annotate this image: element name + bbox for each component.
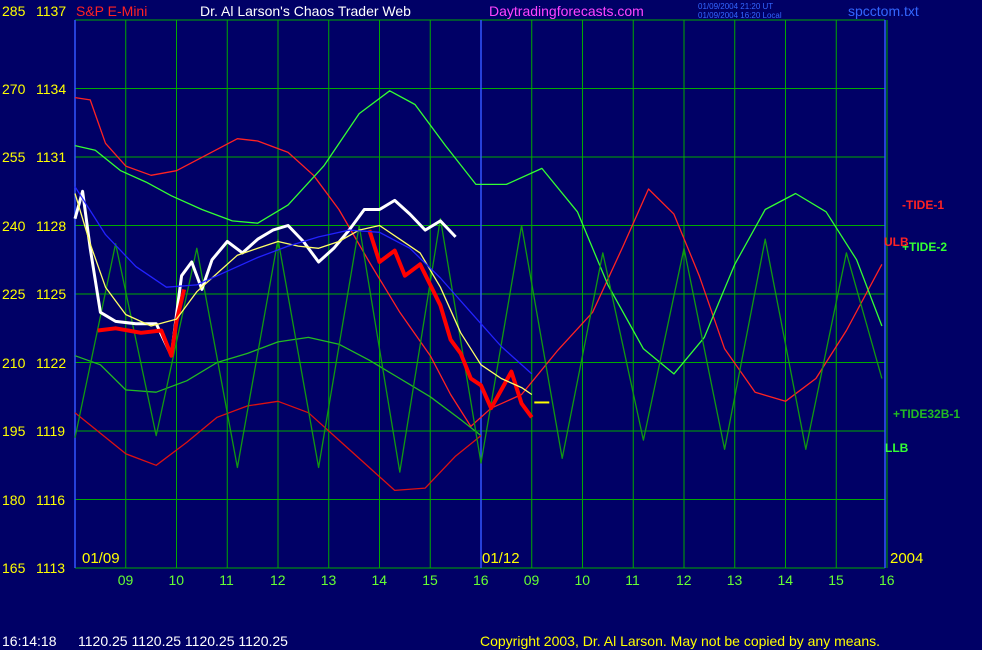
series-line-blue-ma [74, 186, 533, 375]
y-tick-label-left: 195 [2, 423, 26, 439]
x-tick-label: 11 [625, 572, 640, 588]
y-tick-label-right: 1137 [36, 3, 67, 19]
series-label-tide32b: +TIDE32B-1 [893, 407, 961, 421]
date-label-mid: 01/12 [482, 550, 520, 567]
y-tick-label-right: 1134 [36, 80, 67, 97]
series-line-price-red-late [367, 229, 534, 419]
x-tick-label: 14 [371, 572, 388, 588]
x-tick-label: 09 [117, 572, 134, 588]
file-name: spcctom.txt [848, 3, 919, 19]
y-tick-label-left: 180 [2, 491, 26, 508]
symbol-label: S&P E-Mini [76, 3, 148, 19]
site-link[interactable]: Daytradingforecasts.com [489, 4, 644, 18]
y-tick-label-right: 1119 [36, 423, 66, 439]
y-tick-label-right: 1125 [36, 286, 67, 302]
y-tick-label-right: 1113 [36, 560, 66, 576]
series-line--tide-2 [74, 90, 883, 375]
footer-time: 16:14:18 [2, 633, 57, 649]
x-tick-label: 12 [676, 572, 692, 588]
y-tick-label-left: 165 [2, 560, 26, 576]
series-label-ulb: ULB [884, 235, 909, 249]
y-tick-label-left: 270 [2, 80, 26, 97]
x-tick-label: 13 [726, 572, 743, 588]
x-tick-label: 12 [270, 572, 286, 588]
x-tick-label: 09 [523, 572, 540, 588]
x-tick-label: 11 [219, 572, 234, 588]
series-label-llb: LLB [885, 441, 909, 455]
x-tick-label: 15 [422, 572, 438, 588]
chart-title: Dr. Al Larson's Chaos Trader Web [200, 3, 411, 19]
y-tick-label-left: 210 [2, 354, 26, 371]
series-label-tide1: -TIDE-1 [902, 198, 944, 212]
y-tick-label-left: 285 [2, 3, 26, 19]
footer-copyright: Copyright 2003, Dr. Al Larson. May not b… [480, 633, 881, 649]
y-tick-label-left: 255 [2, 149, 26, 165]
x-tick-label: 13 [320, 572, 337, 588]
date-label-year: 2004 [890, 550, 924, 567]
x-tick-label: 14 [777, 572, 794, 588]
y-tick-label-left: 240 [2, 217, 26, 234]
x-tick-label: 10 [168, 572, 185, 588]
y-tick-label-right: 1131 [36, 149, 67, 165]
y-tick-label-right: 1122 [36, 354, 67, 371]
x-tick-label: 16 [473, 572, 489, 588]
time-local: 01/09/2004 16:20 Local [698, 11, 782, 20]
x-tick-label: 15 [828, 572, 844, 588]
time-ut: 01/09/2004 21:20 UT [698, 2, 774, 11]
y-tick-label-right: 1128 [36, 217, 67, 234]
y-tick-label-right: 1116 [36, 491, 66, 508]
date-label-start: 01/09 [82, 550, 120, 567]
footer-quotes: 1120.25 1120.25 1120.25 1120.25 [78, 633, 288, 649]
x-tick-label: 16 [879, 572, 895, 588]
y-tick-label-left: 225 [2, 286, 26, 302]
x-tick-label: 10 [574, 572, 591, 588]
